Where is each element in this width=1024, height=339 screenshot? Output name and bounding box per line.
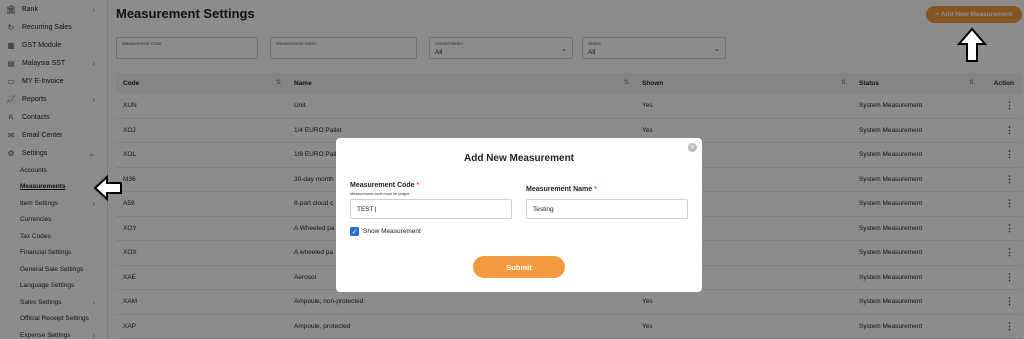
measurement-code-label: Measurement Code * (350, 182, 420, 189)
close-icon[interactable]: ✕ (688, 143, 697, 152)
measurement-name-label: Measurement Name * (526, 186, 597, 193)
add-measurement-dialog: ✕ Add New Measurement Measurement Code *… (336, 138, 702, 292)
checkmark-icon[interactable]: ✓ (350, 227, 359, 236)
measurement-name-input[interactable]: Testing (526, 199, 688, 219)
measurement-code-input[interactable]: TEST | (350, 199, 512, 219)
submit-button[interactable]: Submit (473, 256, 565, 278)
arrow-left-icon (93, 175, 122, 201)
show-measurement-checkbox[interactable]: ✓ Show Measurement (350, 227, 421, 236)
measurement-code-hint: Measurement code must be unique (350, 192, 410, 196)
arrow-up-icon (957, 27, 987, 62)
dialog-title: Add New Measurement (463, 153, 575, 164)
